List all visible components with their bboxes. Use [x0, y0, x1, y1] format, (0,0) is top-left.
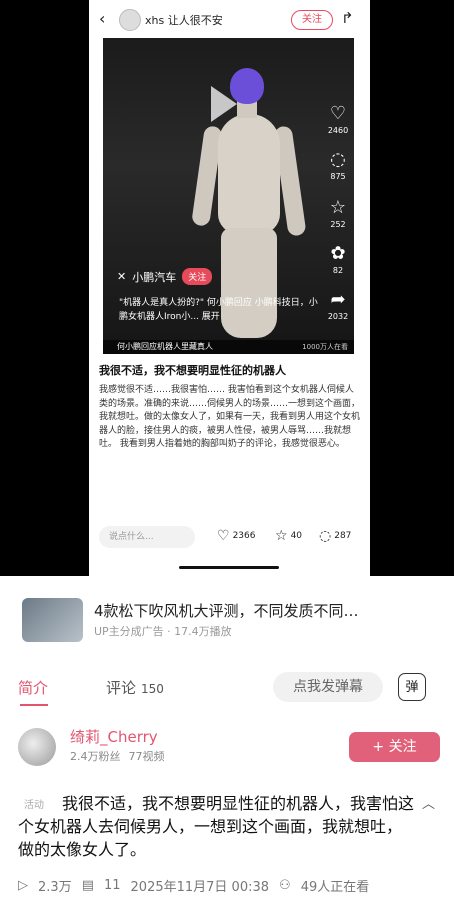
video-player[interactable]: ♡ 2460 ◌ 875 ☆ 252 ✿ 82 ➦ 2032 ✕ 小鹏汽车 关注 "机器人… [103, 38, 354, 354]
brand-name: 小鹏汽车 [132, 270, 177, 284]
danmaku-input[interactable]: 点我发弹幕 [273, 672, 383, 702]
heart-icon: ♡ [217, 528, 230, 544]
share-icon[interactable]: ↱ [341, 9, 354, 27]
play-icon: ▷ [18, 878, 28, 893]
comment-icon: ◌ [330, 149, 346, 170]
ad-title[interactable]: 4款松下吹风机大评测，不同发质不同… [94, 600, 359, 621]
xhs-screenshot: ‹ xhs 让人很不安 关注 ↱ ♡ 2460 ◌ 875 ☆ 252 ✿ 82 ➦ 20… [89, 0, 370, 576]
brand-logo-icon: ✕ [117, 270, 127, 283]
note-like[interactable]: ♡ 2366 [217, 528, 255, 544]
follow-author-button[interactable]: + 关注 [349, 732, 440, 762]
comment-count: 150 [141, 682, 164, 696]
post-title: xhs 让人很不安 [145, 14, 223, 27]
note-comment[interactable]: ◌ 287 [319, 528, 351, 544]
note-title: 我很不适，我不想要明显性征的机器人 [99, 364, 286, 377]
tab-comment[interactable]: 评论 150 [106, 677, 164, 698]
video-bottom-bar: 何小鹏回应机器人里藏真人 1000万人在看 [103, 340, 354, 354]
tab-bar: 简介 评论 150 点我发弹幕 弹 [0, 672, 454, 708]
follow-button[interactable]: 关注 [291, 10, 333, 30]
heart-icon: ♡ [329, 103, 347, 124]
view-count: 2.3万 [38, 880, 72, 895]
danmaku-icon: ▤ [81, 878, 94, 893]
author-row: 绮莉_Cherry 2.4万粉丝 77视频 + 关注 [0, 726, 454, 772]
comment-bar: 说点什么... ♡ 2366 ☆ 40 ◌ 287 [99, 526, 361, 548]
like-side[interactable]: ♡ 2460 [325, 103, 351, 136]
video-brand: ✕ 小鹏汽车 关注 [117, 268, 213, 285]
gift-icon: ✿ [330, 243, 346, 264]
avatar[interactable] [119, 9, 141, 31]
share-arrow-icon: ➦ [330, 289, 346, 310]
home-indicator [179, 566, 279, 569]
video-stats: ▷ 2.3万 ▤ 11 2025年11月7日 00:38 ⚇ 49人正在看 [18, 876, 454, 895]
play-count: 1000万人在看 [302, 343, 348, 351]
watching-count: 49人正在看 [300, 880, 370, 895]
ad-card[interactable]: 4款松下吹风机大评测，不同发质不同… UP主分成广告 · 17.4万播放 [22, 598, 442, 648]
tab-intro[interactable]: 简介 [18, 677, 48, 698]
danmaku-toggle-button[interactable]: 弹 [398, 673, 426, 701]
bilibili-panel: 4款松下吹风机大评测，不同发质不同… UP主分成广告 · 17.4万播放 简介 … [0, 576, 454, 908]
chevron-up-icon[interactable]: ︿ [422, 793, 435, 812]
tab-underline [20, 704, 48, 706]
watching-icon: ⚇ [279, 878, 291, 893]
comment-icon: ◌ [319, 528, 332, 544]
star-icon: ☆ [329, 197, 347, 218]
star-icon: ☆ [275, 528, 288, 544]
video-title: 我很不适，我不想要明显性征的机器人，我害怕这个女机器人去伺候男人，一想到这个画面… [18, 794, 415, 859]
ad-subtitle: UP主分成广告 · 17.4万播放 [94, 625, 232, 638]
back-icon[interactable]: ‹ [99, 9, 105, 28]
share-side[interactable]: ➦ 2032 [325, 289, 351, 322]
comment-input[interactable]: 说点什么... [99, 526, 195, 548]
note-body: 我感觉很不适……我很害怕…… 我害怕看到这个女机器人伺候人类的场景。准确的来说…… [99, 385, 361, 449]
play-icon[interactable] [211, 86, 237, 122]
comment-side[interactable]: ◌ 875 [325, 149, 351, 182]
ad-thumbnail[interactable] [22, 598, 83, 642]
video-caption: "机器人是真人扮的?" 何小鹏回应 小鹏科技日，小鹏女机器人Iron小... 展… [119, 298, 318, 322]
author-avatar[interactable] [18, 728, 56, 766]
danmaku-count: 11 [103, 878, 121, 893]
note-star[interactable]: ☆ 40 [275, 528, 302, 544]
brand-follow-button[interactable]: 关注 [182, 268, 213, 285]
gift-side[interactable]: ✿ 82 [325, 243, 351, 276]
publish-date: 2025年11月7日 00:38 [130, 880, 270, 895]
post-header: ‹ xhs 让人很不安 关注 ↱ [89, 0, 370, 38]
author-meta: 2.4万粉丝 77视频 [70, 750, 165, 763]
favorite-side[interactable]: ☆ 252 [325, 197, 351, 230]
author-name[interactable]: 绮莉_Cherry [70, 726, 158, 747]
